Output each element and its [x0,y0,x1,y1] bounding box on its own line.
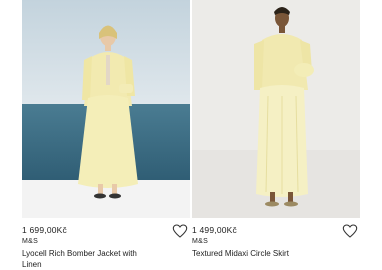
product-title[interactable]: Textured Midaxi Circle Skirt [192,249,327,260]
heart-outline-icon[interactable] [342,223,358,239]
heart-outline-icon[interactable] [172,223,188,239]
product-image[interactable] [192,0,360,218]
product-title[interactable]: Lyocell Rich Bomber Jacket with Linen [22,249,157,270]
product-price: 1 499,00Kč [192,225,238,235]
product-card[interactable]: 1 699,00Kč M&S Lyocell Rich Bomber Jacke… [22,0,190,270]
product-price: 1 699,00Kč [22,225,68,235]
product-brand: M&S [22,238,39,245]
product-card[interactable]: 1 499,00Kč M&S Textured Midaxi Circle Sk… [192,0,360,270]
product-brand: M&S [192,238,209,245]
product-image[interactable] [22,0,190,218]
